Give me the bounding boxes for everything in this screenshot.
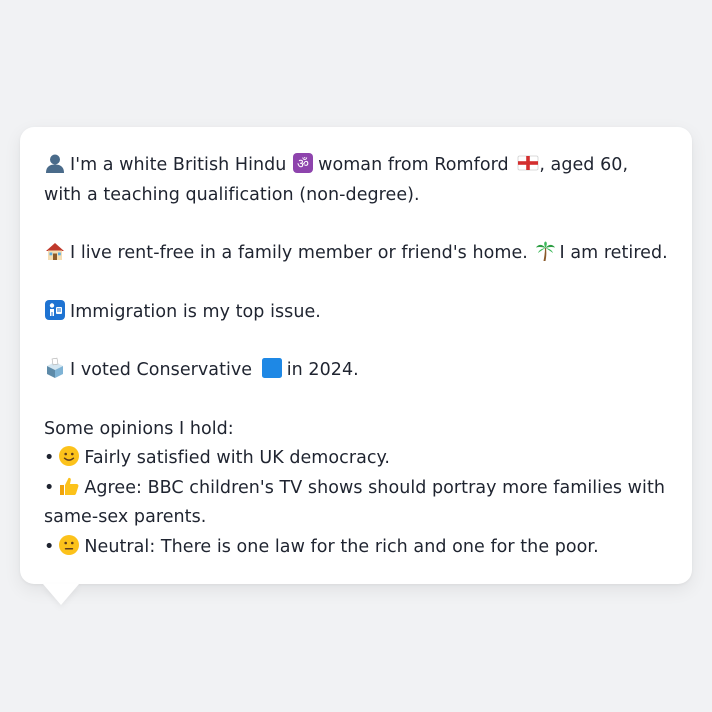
bullet: • [44, 448, 55, 468]
issue-line: Immigration is my top issue. [44, 298, 668, 328]
opinions-heading: Some opinions I hold: [44, 418, 234, 439]
bullet: • [44, 536, 55, 557]
opinion-item: • Fairly satisfied with UK democracy. [44, 444, 668, 474]
passport-control-icon [44, 299, 66, 321]
slightly-smiling-face-icon [58, 445, 80, 467]
house-icon [44, 240, 66, 262]
vote-text-part2: in 2024. [286, 360, 359, 380]
persona-description: I'm a white British Hindu ॐ woman from R… [44, 151, 668, 562]
employment-text: I am retired. [559, 243, 668, 263]
om-symbol-icon: ॐ [292, 152, 314, 174]
opinion-text: Fairly satisfied with UK democracy. [84, 448, 391, 468]
ballot-box-icon [44, 357, 66, 379]
opinion-text: Agree: BBC children's TV shows should po… [44, 477, 666, 528]
bullet: • [44, 477, 55, 498]
persona-message-bubble: I'm a white British Hindu ॐ woman from R… [20, 127, 692, 584]
thumbs-up-icon [58, 475, 80, 497]
vote-line: I voted Conservative in 2024. [44, 356, 668, 386]
blue-square-icon [261, 357, 283, 379]
issue-text: Immigration is my top issue. [70, 301, 321, 322]
england-flag-icon [517, 152, 539, 174]
bust-in-silhouette-icon [44, 152, 66, 174]
identity-text-part1: I'm a white British Hindu [70, 155, 287, 175]
neutral-face-icon [58, 534, 80, 556]
identity-line: I'm a white British Hindu ॐ woman from R… [44, 151, 668, 210]
housing-line: I live rent-free in a family member or f… [44, 239, 668, 269]
opinion-text: Neutral: There is one law for the rich a… [84, 536, 599, 557]
opinion-item: • Neutral: There is one law for the rich… [44, 533, 668, 563]
vote-text-part1: I voted Conservative [70, 360, 253, 380]
housing-text: I live rent-free in a family member or f… [70, 243, 528, 263]
svg-text:ॐ: ॐ [297, 157, 309, 172]
identity-text-part2: woman from Romford [318, 155, 509, 175]
speech-bubble-tail [43, 584, 79, 605]
opinion-item: • Agree: BBC children's TV shows should … [44, 474, 668, 533]
palm-tree-icon [534, 240, 556, 262]
